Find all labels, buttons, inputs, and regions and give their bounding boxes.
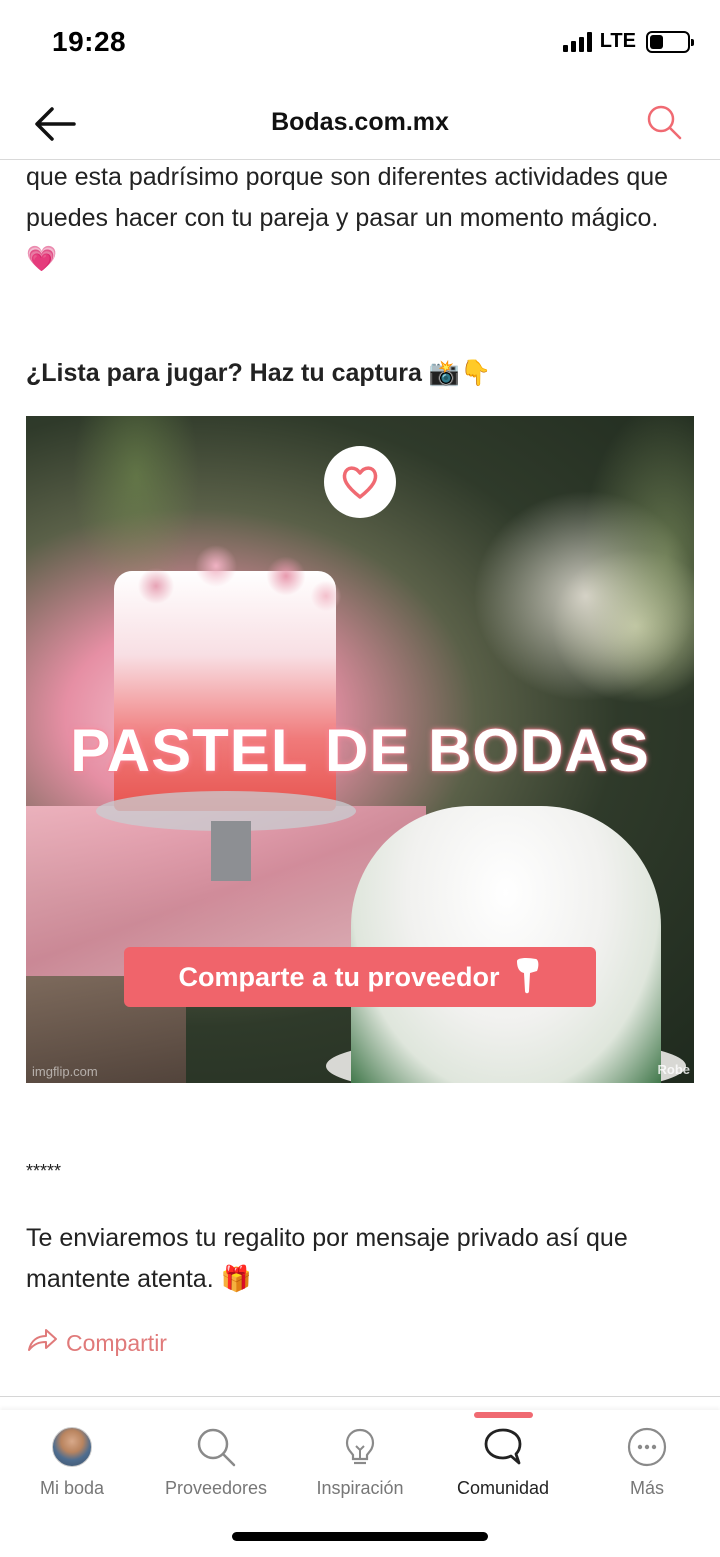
tab-comunidad[interactable]: Comunidad — [431, 1426, 575, 1499]
page-title: Bodas.com.mx — [271, 108, 449, 136]
status-bar: 19:28 LTE — [0, 0, 720, 88]
divider — [0, 1396, 720, 1397]
network-label: LTE — [599, 30, 636, 52]
separator-stars: ***** — [26, 1161, 62, 1181]
search-icon[interactable] — [644, 102, 684, 142]
tab-mi-boda[interactable]: Mi boda — [0, 1426, 144, 1499]
share-icon — [26, 1327, 58, 1359]
tab-label: Mi boda — [39, 1478, 105, 1498]
tab-label: Proveedores — [164, 1478, 268, 1498]
nav-header: Bodas.com.mx — [0, 88, 720, 160]
post-paragraph: Te enviaremos tu regalito por mensaje pr… — [26, 1224, 628, 1293]
active-tab-indicator — [474, 1412, 533, 1418]
share-button[interactable]: Compartir — [26, 1327, 167, 1359]
share-provider-button[interactable]: Comparte a tu proveedor — [124, 947, 596, 1007]
battery-icon — [646, 30, 694, 53]
roses-decoration — [96, 526, 356, 646]
watermark-right: Robe — [657, 1062, 691, 1077]
tab-inspiracion[interactable]: Inspiración — [288, 1426, 432, 1499]
status-indicators: LTE — [562, 30, 694, 53]
post-prompt: ¿Lista para jugar? Haz tu captura 📸👇 — [26, 359, 492, 387]
post-paragraph: que esta padrísimo porque son diferentes… — [26, 163, 669, 273]
home-indicator — [232, 1532, 488, 1541]
heart-logo-icon — [324, 446, 396, 518]
cake-stand-leg — [211, 821, 251, 881]
tab-label: Inspiración — [316, 1478, 404, 1498]
tab-label: Comunidad — [456, 1478, 550, 1498]
avatar-icon — [51, 1426, 93, 1468]
search-icon — [195, 1426, 237, 1468]
signal-icon — [562, 31, 592, 52]
avatar — [52, 1427, 92, 1467]
tab-mas[interactable]: Más — [575, 1426, 719, 1499]
share-provider-label: Comparte a tu proveedor — [178, 961, 500, 992]
more-icon — [626, 1426, 668, 1468]
chat-bubble-icon — [482, 1426, 524, 1468]
status-time: 19:28 — [52, 26, 127, 57]
tab-proveedores[interactable]: Proveedores — [144, 1426, 288, 1499]
tab-label: Más — [629, 1478, 664, 1498]
promo-title: PASTEL DE BODAS — [70, 717, 650, 784]
pointing-down-icon — [512, 955, 542, 1000]
watermark-left: imgflip.com — [32, 1064, 98, 1079]
cake-right-image — [351, 806, 661, 1083]
share-label: Compartir — [66, 1329, 167, 1356]
promo-image[interactable]: PASTEL DE BODAS Comparte a tu proveedor … — [26, 416, 694, 1083]
lightbulb-icon — [339, 1426, 381, 1468]
